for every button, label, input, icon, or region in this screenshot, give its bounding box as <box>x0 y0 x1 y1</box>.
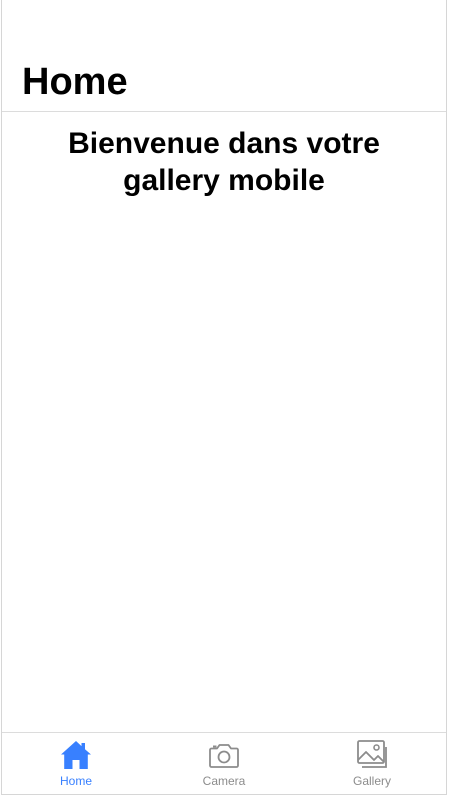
welcome-heading: Bienvenue dans votre gallery mobile <box>68 127 380 197</box>
home-icon <box>59 738 93 772</box>
header-toolbar: Home <box>2 0 446 112</box>
main-content: Bienvenue dans votre gallery mobile <box>2 113 446 732</box>
tab-bar: Home Camera Gallery <box>2 732 446 794</box>
page-title: Home <box>22 61 128 103</box>
tab-home[interactable]: Home <box>2 733 150 794</box>
tab-home-label: Home <box>59 774 92 788</box>
tab-camera[interactable]: Camera <box>150 733 298 794</box>
tab-gallery-label: Gallery <box>352 774 391 788</box>
app-screen: Home Bienvenue dans votre gallery mobile… <box>1 0 447 795</box>
images-icon <box>355 738 389 772</box>
camera-icon <box>207 738 241 772</box>
tab-gallery[interactable]: Gallery <box>298 733 446 794</box>
tab-camera-label: Camera <box>202 774 246 788</box>
